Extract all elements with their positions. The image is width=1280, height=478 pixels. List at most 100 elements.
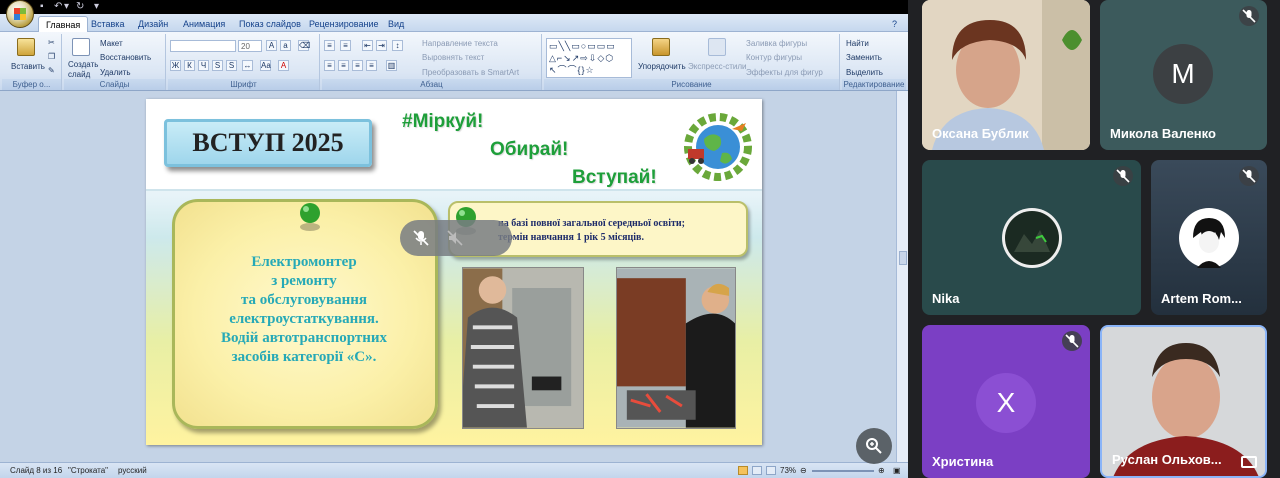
zoom-out-icon[interactable]: ⊖ (800, 466, 807, 476)
fit-window-icon[interactable]: ▣ (893, 466, 901, 476)
underline-icon[interactable]: Ч (198, 60, 209, 71)
scrollbar-thumb[interactable] (899, 251, 907, 265)
quick-styles-button[interactable]: Экспресс-стили (688, 62, 747, 72)
zoom-slider[interactable] (812, 470, 874, 472)
tab-insert[interactable]: Вставка (84, 16, 131, 32)
text-direction-button[interactable]: Направление текста (422, 39, 498, 49)
select-button[interactable]: Выделить (846, 68, 883, 78)
redo-icon[interactable]: ↻ (76, 1, 84, 13)
font-name-field[interactable] (170, 40, 236, 52)
theme-name: "Строката" (68, 466, 108, 475)
shadow-icon[interactable]: S (226, 60, 237, 71)
speaker-off-icon[interactable] (446, 229, 464, 247)
participant-tile[interactable]: М Микола Валенко (1100, 0, 1267, 150)
replace-button[interactable]: Заменить (846, 53, 882, 63)
justify-icon[interactable]: ≡ (366, 60, 377, 71)
slogan-choose: Обирай! (490, 139, 569, 160)
avatar: Х (976, 373, 1036, 433)
italic-icon[interactable]: К (184, 60, 195, 71)
bullets-icon[interactable]: ≡ (324, 40, 335, 51)
tab-slideshow[interactable]: Показ слайдов (232, 16, 308, 32)
change-case-icon[interactable]: Aa (260, 60, 271, 71)
increase-indent-icon[interactable]: ⇥ (376, 40, 387, 51)
shape-outline-button[interactable]: Контур фигуры (746, 53, 802, 63)
new-slide-icon[interactable] (72, 38, 90, 56)
bold-icon[interactable]: Ж (170, 60, 181, 71)
font-size-field[interactable]: 20 (238, 40, 262, 52)
align-text-button[interactable]: Выровнять текст (422, 53, 484, 63)
reset-button[interactable]: Восстановить (100, 53, 151, 63)
delete-button[interactable]: Удалить (100, 68, 131, 78)
new-slide-button[interactable]: Создать (68, 60, 98, 70)
editing-group-label: Редактирование (842, 79, 906, 90)
align-left-icon[interactable]: ≡ (324, 60, 335, 71)
drawing-group-label: Рисование (544, 79, 839, 90)
tab-review[interactable]: Рецензирование (302, 16, 386, 32)
shrink-font-icon[interactable]: a (280, 40, 291, 51)
shape-fill-button[interactable]: Заливка фигуры (746, 39, 807, 49)
slideshow-view-icon[interactable] (766, 466, 776, 475)
slide-counter: Слайд 8 из 16 (10, 466, 63, 475)
clear-format-icon[interactable]: ⌫ (298, 40, 310, 51)
paste-icon[interactable] (17, 38, 35, 56)
tab-view[interactable]: Вид (381, 16, 411, 32)
shapes-gallery[interactable]: ▭╲╲▭○▭▭▭ △⌐↘↗⇨⇩◇⬡ ↖⌒⌒{}☆ (546, 38, 632, 78)
font-color-icon[interactable]: A (278, 60, 289, 71)
normal-view-icon[interactable] (738, 466, 748, 475)
zoom-in-icon[interactable]: ⊕ (878, 466, 885, 476)
slide-sorter-icon[interactable] (752, 466, 762, 475)
line-spacing-icon[interactable]: ↕ (392, 40, 403, 51)
student-photo-2[interactable] (616, 267, 736, 429)
cut-icon[interactable]: ✂ (48, 38, 55, 48)
decrease-indent-icon[interactable]: ⇤ (362, 40, 373, 51)
participant-tile[interactable]: Nika (922, 160, 1141, 315)
undo-icon[interactable]: ↶ (54, 1, 62, 13)
save-icon[interactable]: ▪ (40, 1, 44, 13)
participant-tile[interactable]: Оксана Бублик (922, 0, 1090, 150)
char-spacing-icon[interactable]: ↔ (242, 60, 253, 71)
slide-title-box[interactable]: ВСТУП 2025 (164, 119, 372, 167)
help-icon[interactable]: ? (892, 16, 897, 32)
zoom-level[interactable]: 73% (780, 466, 796, 476)
shape-effects-button[interactable]: Эффекты для фигур (746, 68, 823, 78)
powerpoint-window: ▪ ↶ ▾ ↻ ▾ Главная Вставка Дизайн Анимаци… (0, 0, 908, 478)
arrange-button[interactable]: Упорядочить (638, 62, 686, 72)
slide-canvas[interactable]: ВСТУП 2025 #Міркуй! Обирай! Вступай! Еле… (146, 99, 762, 445)
tab-design[interactable]: Дизайн (131, 16, 175, 32)
mic-off-icon[interactable] (412, 229, 430, 247)
format-painter-icon[interactable]: ✎ (48, 66, 55, 76)
copy-icon[interactable]: ❐ (48, 52, 55, 62)
align-right-icon[interactable]: ≡ (352, 60, 363, 71)
columns-icon[interactable]: ▥ (386, 60, 397, 71)
meet-floating-controls (400, 220, 512, 256)
find-button[interactable]: Найти (846, 39, 869, 49)
arrange-icon[interactable] (652, 38, 670, 56)
strikethrough-icon[interactable]: S (212, 60, 223, 71)
tab-animation[interactable]: Анимация (176, 16, 232, 32)
tab-home[interactable]: Главная (38, 16, 89, 32)
pip-icon[interactable] (1241, 456, 1257, 468)
paste-button[interactable]: Вставить (11, 62, 45, 72)
slogan-enroll: Вступай! (572, 167, 657, 188)
participant-tile[interactable]: Artem Rom... (1151, 160, 1267, 315)
quick-styles-icon[interactable] (708, 38, 726, 56)
participant-tile[interactable]: Х Христина (922, 325, 1090, 478)
numbering-icon[interactable]: ≡ (340, 40, 351, 51)
mic-off-icon (1239, 166, 1259, 186)
participant-name: Оксана Бублик (932, 126, 1029, 141)
align-center-icon[interactable]: ≡ (338, 60, 349, 71)
office-button[interactable] (6, 0, 34, 28)
editing-group: Найти Заменить Выделить Редактирование (842, 34, 906, 90)
language-indicator: русский (118, 466, 147, 475)
specialty-line-2: з ремонту (271, 273, 337, 289)
participant-tile[interactable]: Руслан Ольхов... (1100, 325, 1267, 478)
gear-globe-logo-icon (684, 113, 752, 181)
student-photo-1[interactable] (462, 267, 584, 429)
vertical-scrollbar[interactable] (896, 91, 908, 462)
quick-access-customize-icon[interactable]: ▾ (94, 1, 99, 13)
undo-dropdown-icon[interactable]: ▾ (64, 1, 69, 13)
smartart-button[interactable]: Преобразовать в SmartArt (422, 68, 519, 78)
grow-font-icon[interactable]: A (266, 40, 277, 51)
zoom-button[interactable] (856, 428, 892, 464)
layout-button[interactable]: Макет (100, 39, 123, 49)
